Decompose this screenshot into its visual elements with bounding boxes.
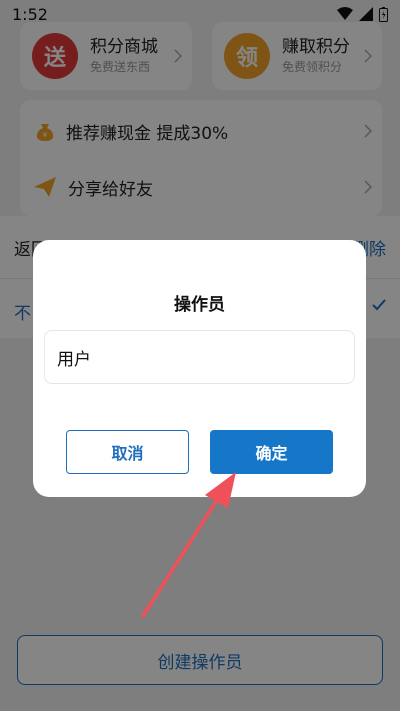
dialog-title: 操作员: [174, 295, 225, 315]
operator-dialog: 操作员 用户 取消 确定: [33, 240, 366, 497]
cancel-button[interactable]: 取消: [66, 430, 189, 474]
confirm-button[interactable]: 确定: [210, 430, 333, 474]
operator-name-input[interactable]: 用户: [44, 330, 355, 384]
